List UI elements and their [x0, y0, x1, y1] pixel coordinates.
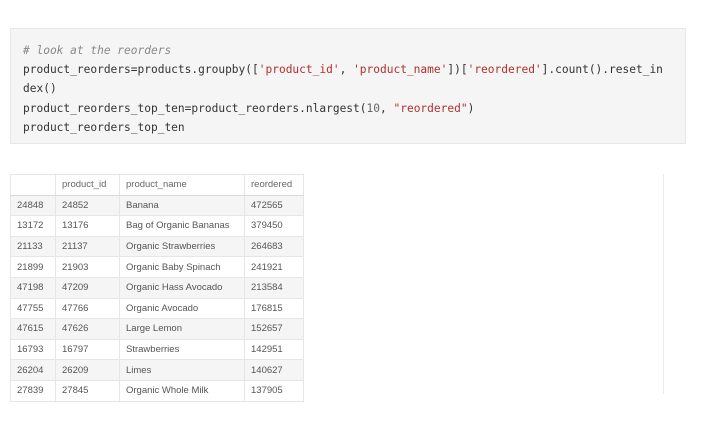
- table-row: 47198 47209 Organic Hass Avocado 213584: [10, 276, 304, 299]
- row-index: 47198: [10, 276, 56, 299]
- column-header-product-id: product_id: [55, 174, 120, 196]
- cell-product-name: Organic Hass Avocado: [119, 276, 245, 299]
- cell-product-id: 27845: [55, 379, 120, 402]
- dataframe-table: product_id product_name reordered 24848 …: [10, 174, 304, 402]
- table-row: 21899 21903 Organic Baby Spinach 241921: [10, 256, 304, 278]
- table-row: 13172 13176 Bag of Organic Bananas 37945…: [10, 215, 304, 237]
- cell-reordered: 379450: [244, 215, 304, 237]
- cell-product-id: 47766: [55, 297, 120, 320]
- row-index: 13172: [10, 215, 56, 237]
- cell-reordered: 152657: [244, 318, 304, 340]
- cell-output: product_id product_name reordered 24848 …: [10, 174, 664, 402]
- cell-reordered: 264683: [244, 235, 304, 258]
- row-index: 16793: [10, 338, 56, 361]
- row-index: 26204: [10, 359, 56, 381]
- table-row: 21133 21137 Organic Strawberries 264683: [10, 235, 304, 258]
- table-row: 26204 26209 Limes 140627: [10, 359, 304, 381]
- code-line-3: product_reorders_top_ten=product_reorder…: [23, 101, 475, 115]
- code-comment: # look at the reorders: [23, 44, 172, 57]
- cell-product-id: 24852: [55, 194, 120, 217]
- cell-product-id: 47626: [55, 318, 120, 340]
- table-header-row: product_id product_name reordered: [10, 174, 304, 196]
- table-row: 47615 47626 Large Lemon 152657: [10, 318, 304, 340]
- cell-reordered: 241921: [244, 256, 304, 278]
- column-header-index: [10, 174, 56, 196]
- cell-product-name: Organic Strawberries: [119, 235, 245, 258]
- cell-reordered: 213584: [244, 276, 304, 299]
- cell-product-name: Limes: [119, 359, 245, 381]
- cell-product-name: Large Lemon: [119, 318, 245, 340]
- column-header-product-name: product_name: [119, 174, 245, 196]
- table-row: 47755 47766 Organic Avocado 176815: [10, 297, 304, 320]
- cell-reordered: 142951: [244, 338, 304, 361]
- cell-product-id: 16797: [55, 338, 120, 361]
- cell-product-name: Organic Baby Spinach: [119, 256, 245, 278]
- code-line-1: product_reorders=products.groupby(['prod…: [23, 63, 663, 77]
- row-index: 21899: [10, 256, 56, 278]
- code-cell[interactable]: # look at the reorders product_reorders=…: [10, 28, 686, 144]
- row-index: 47755: [10, 297, 56, 320]
- code-editor[interactable]: # look at the reorders product_reorders=…: [23, 41, 663, 137]
- cell-product-name: Organic Avocado: [119, 297, 245, 320]
- cell-product-name: Organic Whole Milk: [119, 379, 245, 402]
- cell-reordered: 176815: [244, 297, 304, 320]
- cell-product-name: Banana: [119, 194, 245, 217]
- row-index: 21133: [10, 235, 56, 258]
- column-header-reordered: reordered: [244, 174, 304, 196]
- row-index: 47615: [10, 318, 56, 340]
- table-row: 27839 27845 Organic Whole Milk 137905: [10, 379, 304, 402]
- cell-reordered: 472565: [244, 194, 304, 217]
- cell-reordered: 140627: [244, 359, 304, 381]
- cell-product-id: 21137: [55, 235, 120, 258]
- table-row: 16793 16797 Strawberries 142951: [10, 338, 304, 361]
- cell-product-name: Strawberries: [119, 338, 245, 361]
- cell-product-name: Bag of Organic Bananas: [119, 215, 245, 237]
- row-index: 27839: [10, 379, 56, 402]
- code-line-4: product_reorders_top_ten: [23, 120, 185, 134]
- row-index: 24848: [10, 194, 56, 217]
- cell-product-id: 26209: [55, 359, 120, 381]
- cell-product-id: 13176: [55, 215, 120, 237]
- table-row: 24848 24852 Banana 472565: [10, 194, 304, 217]
- cell-product-id: 47209: [55, 276, 120, 299]
- cell-product-id: 21903: [55, 256, 120, 278]
- cell-reordered: 137905: [244, 379, 304, 402]
- code-line-2: dex(): [23, 82, 57, 96]
